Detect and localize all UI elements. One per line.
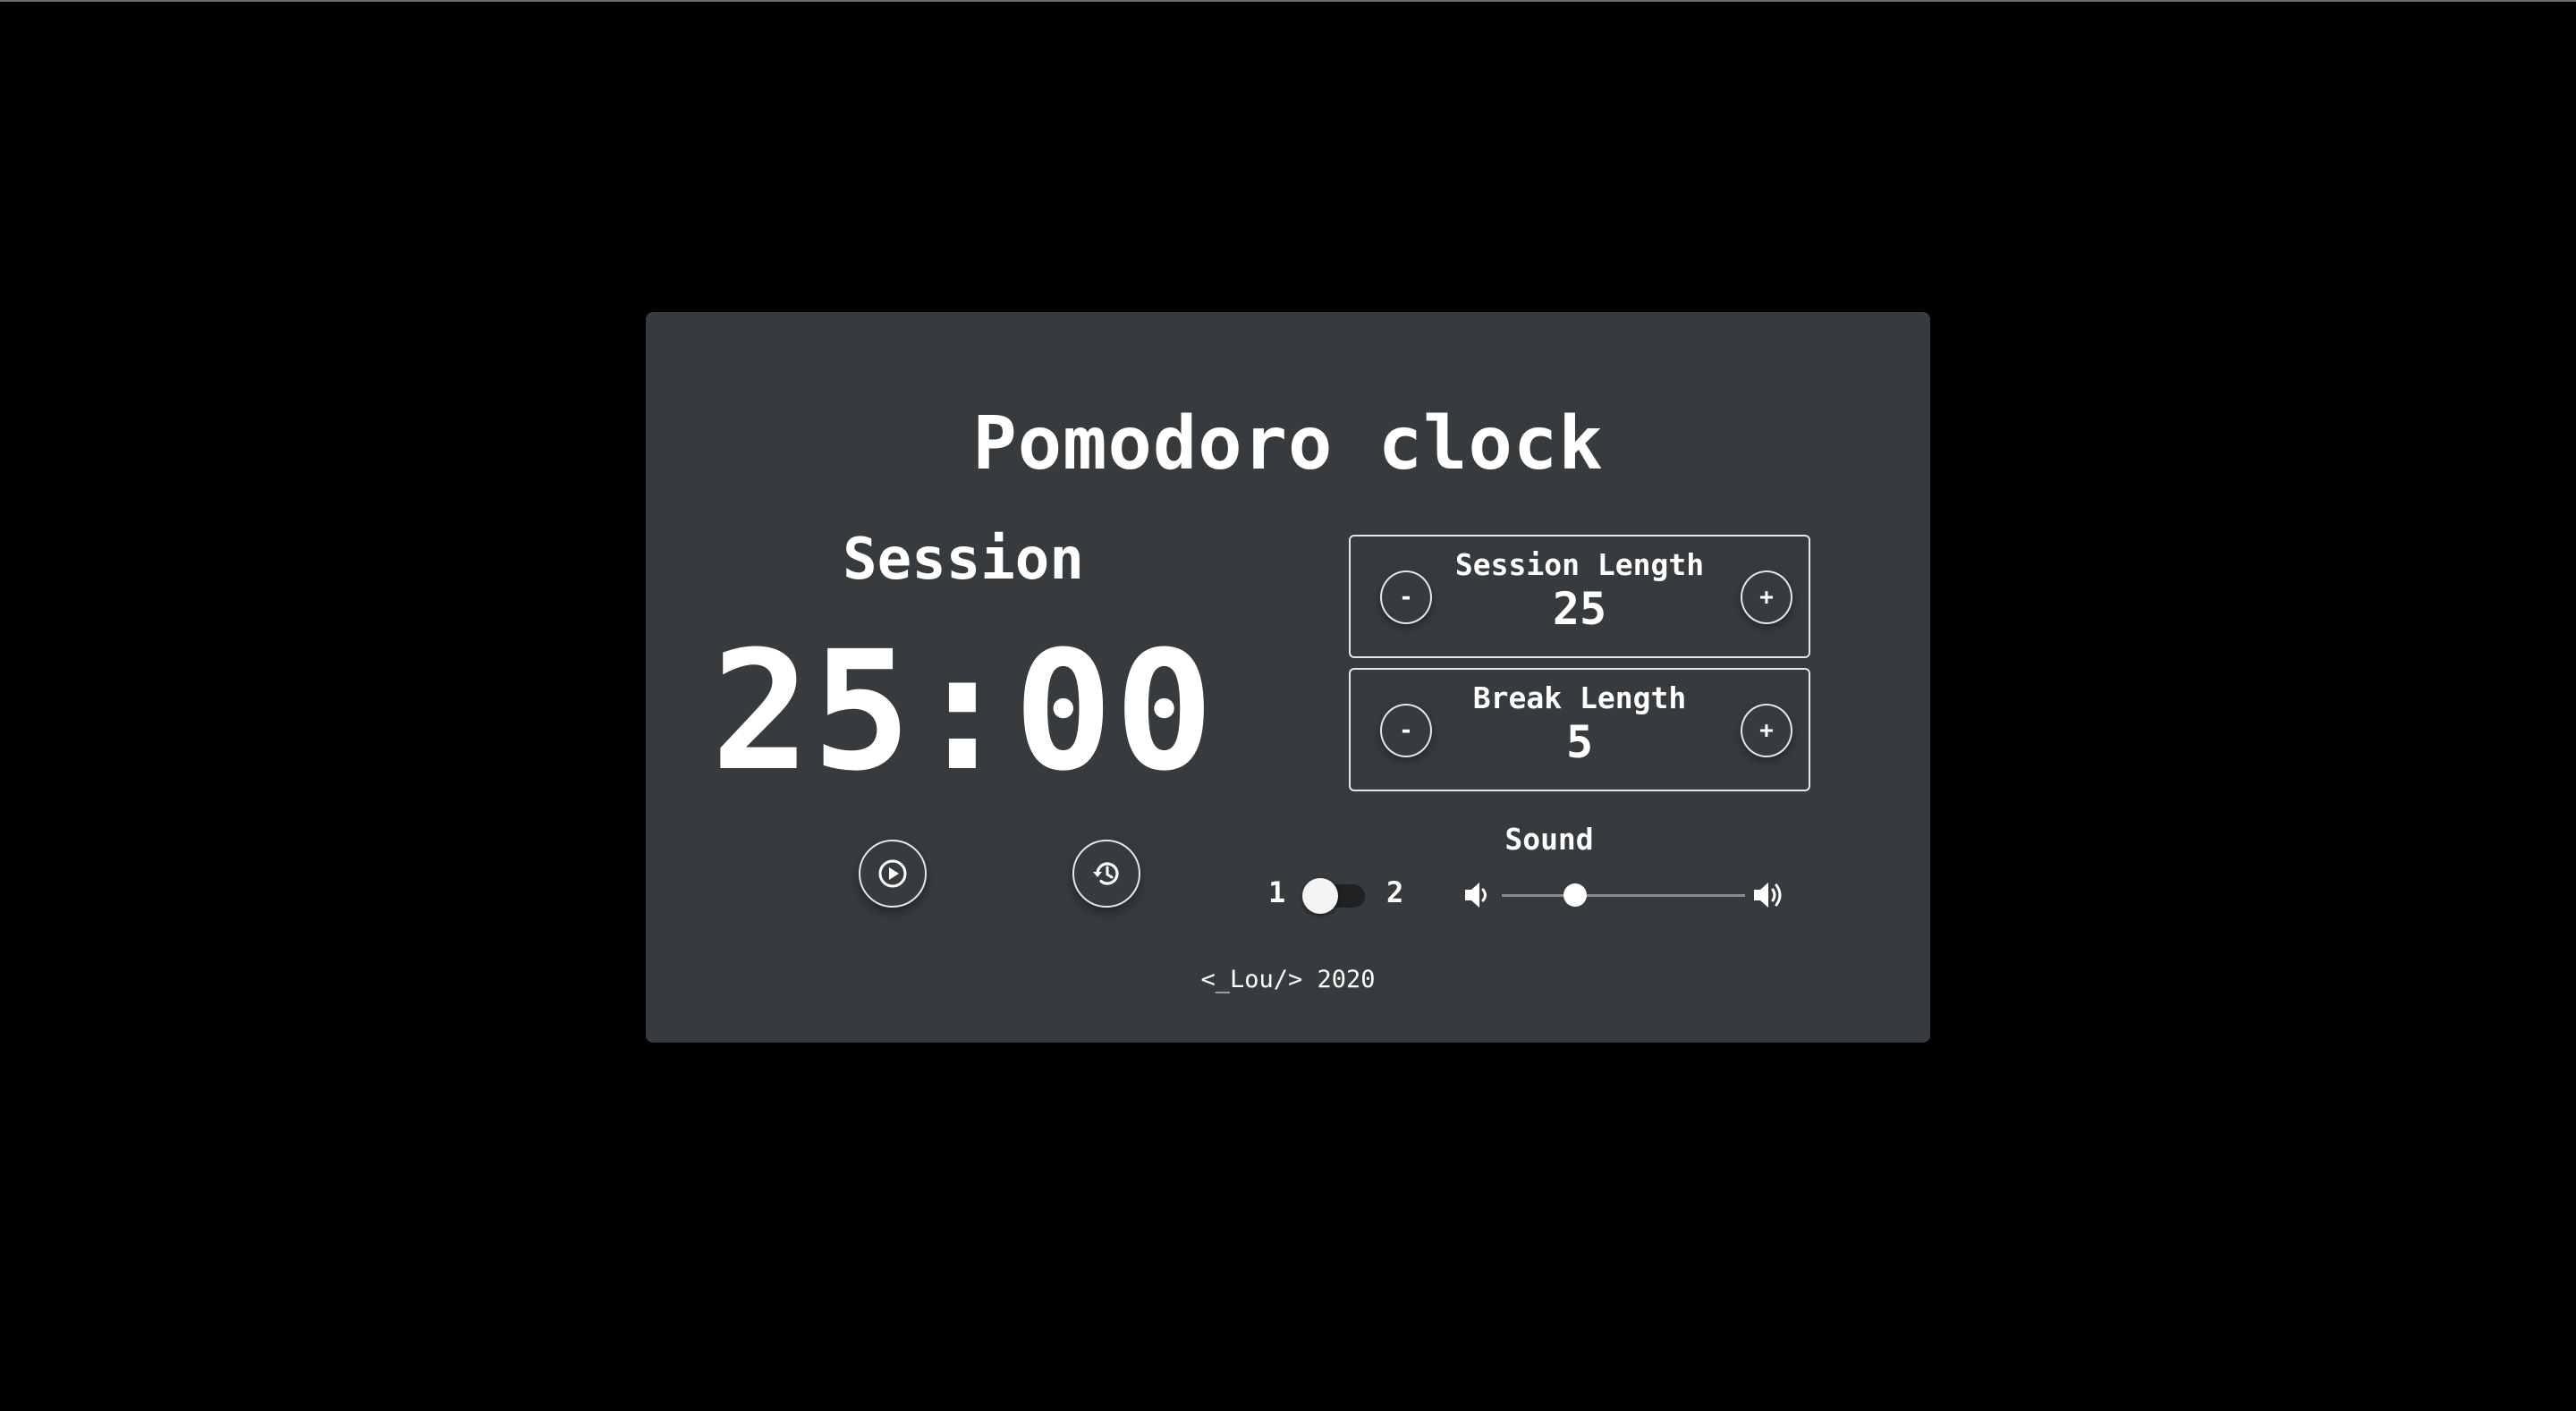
- play-button[interactable]: [859, 840, 927, 908]
- footer-credit: <_Lou/> 2020: [1200, 966, 1376, 993]
- app-title: Pomodoro clock: [972, 401, 1604, 486]
- sound-option-1-label: 1: [1268, 875, 1286, 909]
- timer-display: 25:00: [711, 616, 1216, 807]
- volume-slider[interactable]: [1502, 883, 1745, 907]
- sound-toggle-thumb[interactable]: [1302, 878, 1338, 914]
- volume-high-icon[interactable]: [1751, 877, 1789, 913]
- session-length-value: 25: [1552, 583, 1607, 635]
- top-border-line: [0, 0, 2576, 2]
- sound-label: Sound: [1504, 822, 1594, 857]
- volume-slider-thumb[interactable]: [1563, 883, 1587, 907]
- break-increment-button[interactable]: +: [1741, 704, 1792, 757]
- play-circle-icon: [878, 859, 907, 888]
- timer-label: Session: [843, 527, 1084, 593]
- volume-low-icon[interactable]: [1462, 879, 1494, 911]
- reset-button[interactable]: [1072, 840, 1140, 908]
- session-length-label: Session Length: [1454, 547, 1705, 582]
- sound-option-2-label: 2: [1386, 875, 1404, 909]
- pomodoro-card: Pomodoro clock Session 25:00 - Session L…: [646, 312, 1930, 1043]
- sound-toggle[interactable]: [1302, 878, 1365, 914]
- session-length-panel: - Session Length 25 +: [1349, 535, 1810, 658]
- history-reset-icon: [1093, 862, 1119, 885]
- session-increment-button[interactable]: +: [1741, 570, 1792, 624]
- break-length-value: 5: [1565, 716, 1594, 768]
- break-length-label: Break Length: [1472, 680, 1687, 715]
- break-length-panel: - Break Length 5 +: [1349, 668, 1810, 791]
